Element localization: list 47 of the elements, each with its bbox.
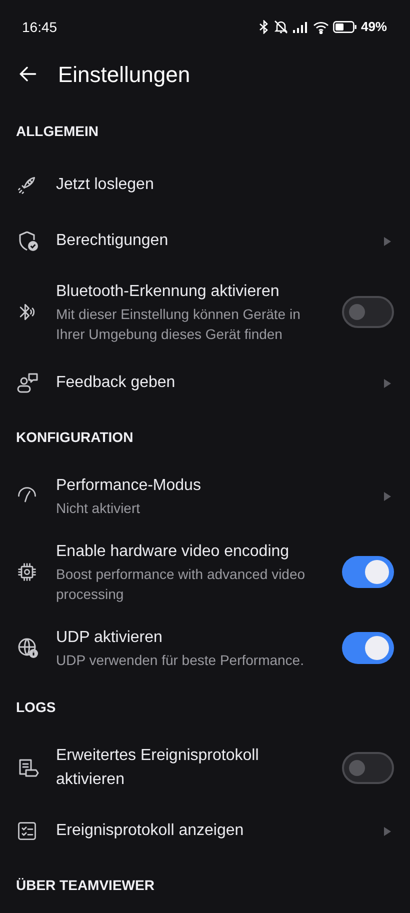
section-header: ÜBER TEAMVIEWER bbox=[16, 876, 154, 894]
item-title: Enable hardware video encoding bbox=[56, 542, 290, 562]
globe-info-icon bbox=[16, 636, 40, 660]
chip-icon bbox=[16, 561, 38, 583]
page-title: Einstellungen bbox=[58, 60, 190, 89]
wifi-icon bbox=[312, 20, 329, 34]
status-time: 16:45 bbox=[22, 18, 58, 36]
item-subtitle: UDP verwenden für beste Performance. bbox=[56, 651, 305, 670]
settings-item[interactable]: Enable hardware video encoding Boost performance with advanced video processing bbox=[0, 529, 410, 615]
item-title: Berechtigungen bbox=[56, 231, 170, 251]
settings-item[interactable]: Bluetooth-Erkennung aktivieren Mit dieser Einstellung können Geräte in Ihrer Umgebung dieses Gerät finden bbox=[0, 269, 410, 355]
toggle-switch[interactable] bbox=[342, 296, 394, 328]
item-title: Feedback geben bbox=[56, 373, 176, 393]
section-header: ALLGEMEIN bbox=[16, 122, 98, 140]
settings-item[interactable]: Jetzt loslegen bbox=[0, 157, 410, 213]
item-title: UDP aktivieren bbox=[56, 628, 164, 648]
item-title: Erweitertes Ereignisprotokoll aktivieren bbox=[56, 746, 260, 790]
chevron-icon bbox=[384, 236, 391, 246]
people-chat-icon bbox=[16, 371, 40, 395]
section-header: KONFIGURATION bbox=[16, 428, 134, 446]
signal-icon bbox=[292, 21, 309, 33]
item-title: Ereignisprotokoll anzeigen bbox=[56, 821, 245, 841]
item-title: Jetzt loslegen bbox=[56, 175, 155, 195]
chevron-icon bbox=[384, 378, 391, 388]
item-subtitle: Nicht aktiviert bbox=[56, 499, 142, 518]
item-title: Performance-Modus bbox=[56, 476, 202, 496]
toggle-switch[interactable] bbox=[342, 752, 394, 784]
item-subtitle: Mit dieser Einstellung können Geräte in Ihrer Umgebung dieses Gerät finden bbox=[56, 305, 302, 344]
settings-item[interactable]: Erweitertes Ereignisprotokoll aktivieren bbox=[0, 733, 410, 803]
bluetooth-icon bbox=[258, 20, 269, 34]
settings-item[interactable]: Berechtigungen bbox=[0, 213, 410, 269]
settings-item[interactable]: UDP aktivieren UDP verwenden für beste Performance. bbox=[0, 615, 410, 681]
toggle-switch[interactable] bbox=[342, 632, 394, 664]
checklist-icon bbox=[16, 820, 38, 842]
settings-item[interactable]: Ereignisprotokoll anzeigen bbox=[0, 803, 410, 859]
bell-muted-icon bbox=[272, 20, 289, 34]
section-header: LOGS bbox=[16, 698, 56, 716]
settings-item[interactable]: Performance-Modus Nicht aktiviert bbox=[0, 463, 410, 529]
battery-icon bbox=[332, 21, 357, 33]
item-title: Bluetooth-Erkennung aktivieren bbox=[56, 282, 280, 302]
rocket-icon bbox=[16, 174, 38, 196]
battery-percentage: 49% bbox=[360, 18, 387, 36]
chevron-icon bbox=[384, 492, 391, 500]
chevron-icon bbox=[384, 826, 391, 836]
item-subtitle: Boost performance with advanced video processing bbox=[56, 565, 306, 604]
toggle-switch[interactable] bbox=[342, 556, 394, 588]
settings-item[interactable]: Feedback geben bbox=[0, 355, 410, 411]
